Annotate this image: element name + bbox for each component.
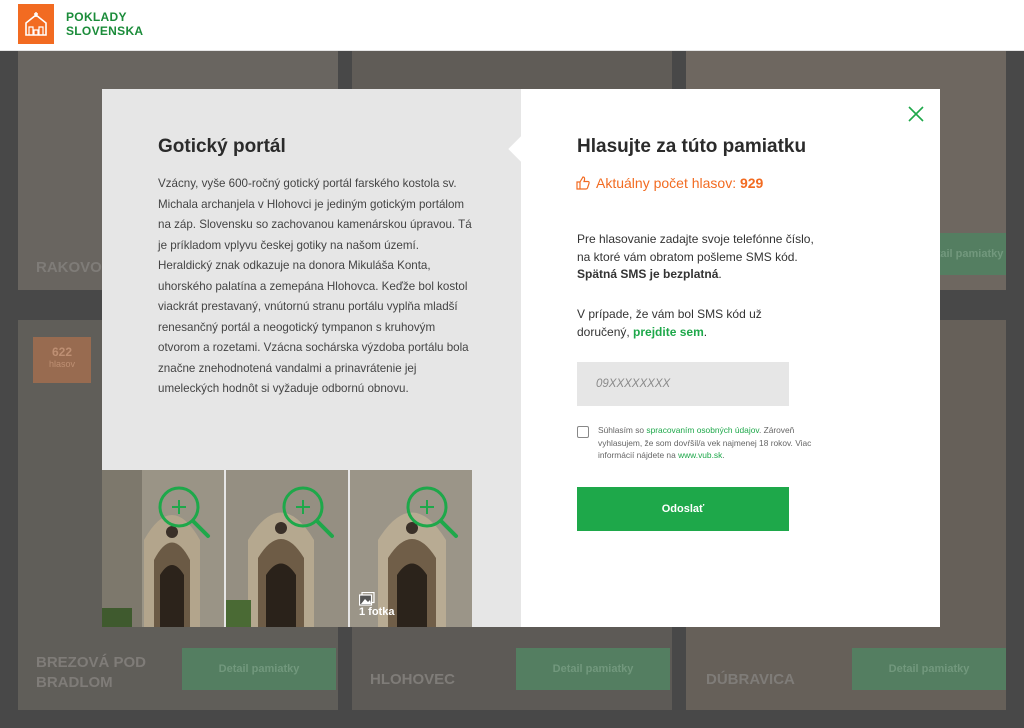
zoom-in-icon[interactable] (404, 484, 460, 540)
monument-panel: Gotický portál Vzácny, vyše 600-ročný go… (102, 89, 521, 627)
photo-count-label: 1 fotka (359, 606, 395, 618)
sms-instructions-end: . (718, 267, 722, 281)
logo-text[interactable]: POKLADY SLOVENSKA (66, 10, 143, 38)
logo[interactable] (18, 4, 54, 44)
church-icon (25, 12, 47, 36)
photo-count: 1 fotka (359, 592, 394, 618)
zoom-in-icon[interactable] (280, 484, 336, 540)
logo-line-1: POKLADY (66, 10, 127, 24)
vote-count-label: Aktuálny počet hlasov: (596, 175, 737, 191)
vote-title: Hlasujte za túto pamiatku (577, 136, 807, 157)
personal-data-link[interactable]: spracovaním osobných údajov (646, 425, 759, 435)
close-icon[interactable] (908, 106, 924, 122)
consent-prefix: Súhlasím so (598, 425, 645, 435)
vub-website-link[interactable]: www.vub.sk (678, 450, 722, 460)
sms-instructions-text: Pre hlasovanie zadajte svoje telefónne č… (577, 232, 814, 264)
sms-free-note: Spätná SMS je bezplatná (577, 267, 719, 281)
vote-count-value: 929 (739, 175, 764, 191)
top-header: POKLADY SLOVENSKA (0, 0, 1024, 51)
gallery-photo-3[interactable]: 1 fotka (350, 470, 472, 627)
gallery-photo-2[interactable] (226, 470, 348, 627)
monument-title: Gotický portál (158, 136, 286, 157)
gallery-photo-1[interactable] (102, 470, 224, 627)
image-icon (359, 592, 375, 606)
vote-count: Aktuálny počet hlasov: 929 (576, 175, 763, 191)
sms-instructions: Pre hlasovanie zadajte svoje telefónne č… (577, 231, 817, 284)
photo-gallery: 1 fotka (102, 470, 472, 627)
monument-description: Vzácny, vyše 600-ročný gotický portál fa… (158, 177, 472, 395)
code-received-link[interactable]: prejdite sem (633, 325, 704, 339)
phone-input[interactable] (577, 362, 789, 406)
consent-suffix: . (722, 450, 725, 460)
code-received-end: . (703, 325, 708, 339)
submit-button[interactable]: Odoslať (577, 487, 789, 531)
zoom-in-icon[interactable] (156, 484, 212, 540)
consent-checkbox[interactable] (577, 426, 589, 438)
consent-text: Súhlasím so spracovaním osobných údajov.… (598, 424, 833, 462)
thumbs-up-icon (576, 176, 590, 190)
logo-line-2: SLOVENSKA (66, 24, 144, 38)
vote-modal: Gotický portál Vzácny, vyše 600-ročný go… (102, 89, 940, 627)
code-received-note: V prípade, že vám bol SMS kód už doručen… (577, 305, 797, 341)
